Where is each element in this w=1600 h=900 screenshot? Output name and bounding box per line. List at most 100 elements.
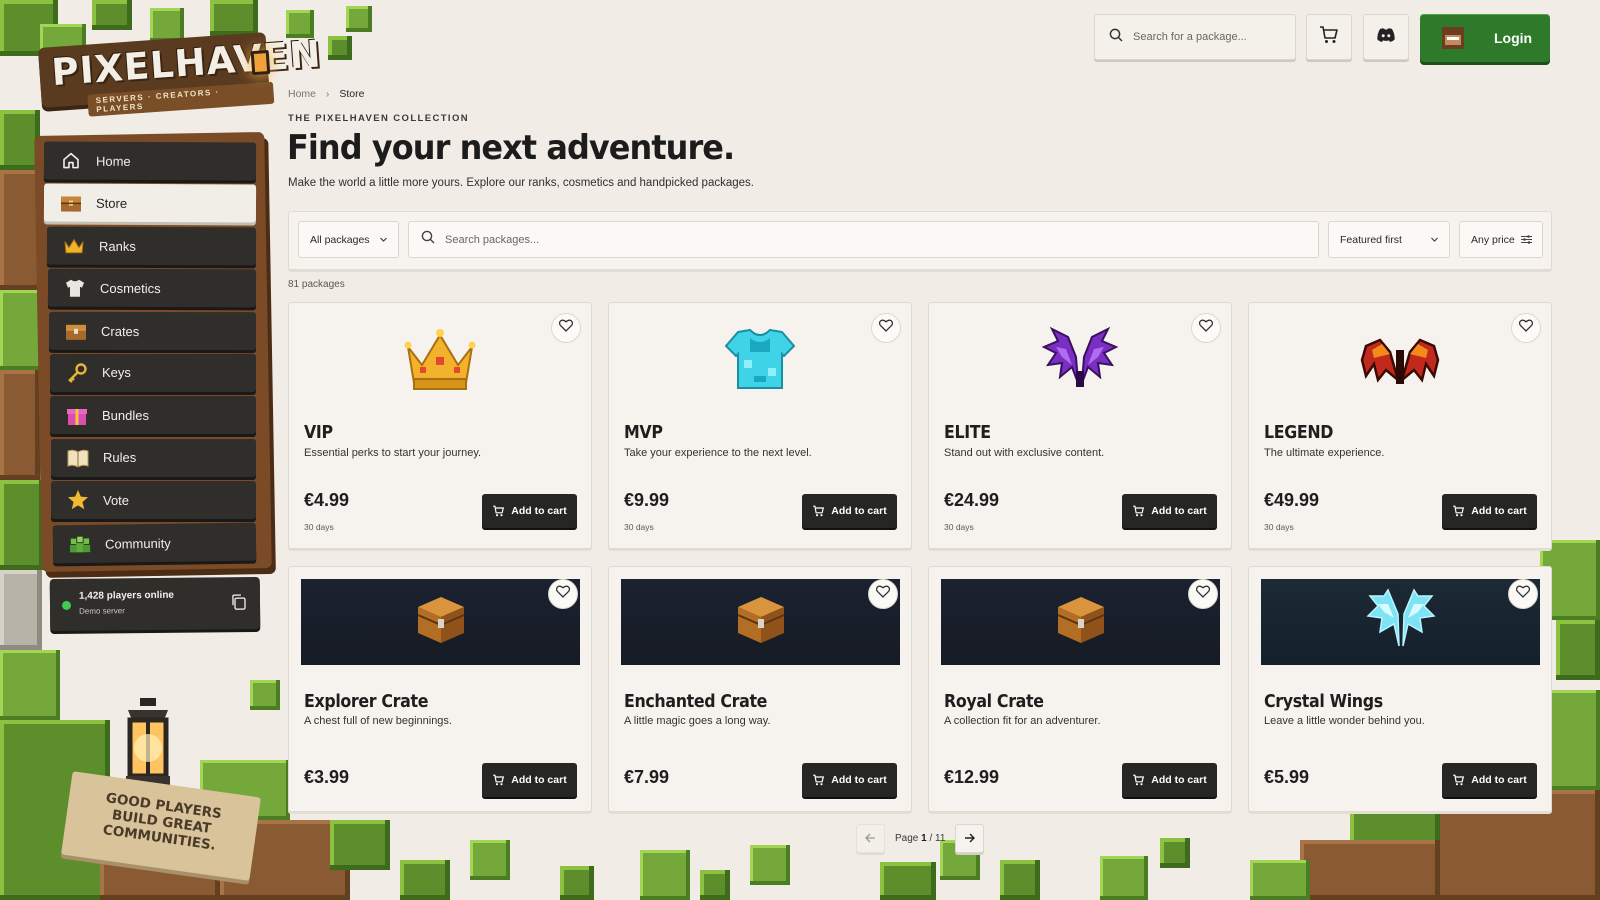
sidebar-item-store[interactable]: Store bbox=[43, 183, 257, 223]
sort-value: Featured first bbox=[1340, 233, 1402, 246]
sliders-icon bbox=[1521, 234, 1532, 248]
heart-icon bbox=[875, 585, 891, 603]
gift-icon bbox=[66, 404, 88, 426]
login-button[interactable]: Login bbox=[1420, 14, 1550, 62]
sidebar-item-label: Crates bbox=[100, 322, 140, 339]
package-description: Leave a little wonder behind you. bbox=[1264, 715, 1425, 727]
sidebar-item-vote[interactable]: Vote bbox=[51, 481, 256, 520]
discord-button[interactable] bbox=[1363, 14, 1409, 60]
crown-icon bbox=[289, 315, 591, 405]
fire-wings-icon bbox=[1249, 315, 1551, 405]
crate-icon bbox=[65, 319, 87, 341]
breadcrumb-home[interactable]: Home bbox=[288, 88, 316, 100]
sidebar-item-label: Keys bbox=[102, 365, 131, 381]
package-name: ELITE bbox=[944, 422, 991, 443]
add-to-cart-label: Add to cart bbox=[1151, 774, 1207, 786]
add-to-cart-label: Add to cart bbox=[511, 774, 567, 786]
copy-icon[interactable] bbox=[230, 593, 248, 611]
add-to-cart-button[interactable]: Add to cart bbox=[1442, 763, 1537, 797]
next-page-button[interactable] bbox=[955, 824, 985, 853]
price-filter[interactable]: Any price bbox=[1459, 221, 1543, 258]
sidebar-item-cosmetics[interactable]: Cosmetics bbox=[47, 268, 257, 308]
star-icon bbox=[67, 489, 89, 511]
sidebar-item-ranks[interactable]: Ranks bbox=[46, 226, 257, 266]
package-card[interactable]: Enchanted Crate A little magic goes a lo… bbox=[608, 566, 912, 812]
package-price: €4.99 bbox=[304, 490, 350, 510]
sidebar-item-community[interactable]: Community bbox=[52, 522, 257, 563]
login-label: Login bbox=[1494, 30, 1533, 46]
cart-button[interactable] bbox=[1306, 14, 1352, 60]
home-icon bbox=[60, 150, 82, 172]
package-card[interactable]: VIP Essential perks to start your journe… bbox=[288, 302, 592, 549]
add-to-cart-button[interactable]: Add to cart bbox=[482, 494, 577, 528]
heart-icon bbox=[1195, 585, 1211, 603]
breadcrumb-current: Store bbox=[339, 88, 365, 100]
sidebar-item-crates[interactable]: Crates bbox=[48, 311, 257, 350]
book-icon bbox=[67, 447, 89, 469]
package-search-input[interactable] bbox=[445, 233, 1305, 246]
sidebar-item-label: Bundles bbox=[102, 407, 149, 423]
people-icon bbox=[69, 532, 91, 554]
add-to-cart-button[interactable]: Add to cart bbox=[802, 763, 897, 797]
package-description: A little magic goes a long way. bbox=[624, 715, 771, 727]
section-eyebrow: THE PIXELHAVEN COLLECTION bbox=[288, 113, 470, 124]
page-title: Find your next adventure. bbox=[287, 128, 735, 168]
sidebar-item-label: Rules bbox=[103, 450, 137, 466]
sidebar-item-rules[interactable]: Rules bbox=[51, 438, 256, 477]
favorite-button[interactable] bbox=[1188, 579, 1218, 609]
category-select[interactable]: All packages bbox=[298, 221, 399, 258]
diamond-chestplate-icon bbox=[609, 315, 911, 405]
chevron-down-icon bbox=[1430, 235, 1439, 247]
package-description: A chest full of new beginnings. bbox=[304, 715, 452, 727]
package-card[interactable]: ELITE Stand out with exclusive content. … bbox=[928, 302, 1232, 549]
add-to-cart-button[interactable]: Add to cart bbox=[802, 494, 897, 528]
sort-select[interactable]: Featured first bbox=[1328, 221, 1450, 258]
favorite-button[interactable] bbox=[1508, 579, 1538, 609]
package-description: The ultimate experience. bbox=[1264, 447, 1385, 459]
sidebar-item-keys[interactable]: Keys bbox=[50, 353, 256, 392]
package-name: VIP bbox=[304, 422, 333, 443]
add-to-cart-button[interactable]: Add to cart bbox=[1122, 763, 1217, 797]
sidebar-item-home[interactable]: Home bbox=[43, 141, 257, 181]
header-search-input[interactable] bbox=[1133, 31, 1283, 43]
brand-logo[interactable]: PIXELHAVEN SERVERS · CREATORS · PLAYERS bbox=[33, 26, 323, 122]
search-icon bbox=[421, 230, 435, 249]
package-price: €12.99 bbox=[944, 767, 1000, 787]
sidebar-item-label: Cosmetics bbox=[99, 280, 161, 296]
server-name: Demo server bbox=[79, 606, 125, 616]
package-card[interactable]: Explorer Crate A chest full of new begin… bbox=[288, 566, 592, 812]
package-duration: 30 days bbox=[944, 522, 974, 532]
package-banner bbox=[621, 579, 900, 665]
header-search[interactable] bbox=[1094, 14, 1296, 60]
sidebar-item-bundles[interactable]: Bundles bbox=[50, 396, 256, 435]
package-card[interactable]: LEGEND The ultimate experience. €49.99 3… bbox=[1248, 302, 1552, 549]
prev-page-button[interactable] bbox=[856, 824, 885, 853]
package-description: A collection fit for an adventurer. bbox=[944, 715, 1101, 727]
crown-icon bbox=[63, 234, 85, 256]
package-card[interactable]: Crystal Wings Leave a little wonder behi… bbox=[1248, 566, 1552, 812]
add-to-cart-button[interactable]: Add to cart bbox=[1122, 494, 1217, 528]
heart-icon bbox=[555, 585, 571, 603]
chevron-right-icon: › bbox=[326, 88, 330, 100]
lantern-icon bbox=[250, 49, 271, 76]
add-to-cart-label: Add to cart bbox=[831, 505, 887, 517]
crystal-wings-icon bbox=[1365, 587, 1436, 657]
sidebar-item-label: Home bbox=[95, 153, 131, 169]
package-price: €5.99 bbox=[1264, 767, 1310, 787]
shirt-icon bbox=[64, 277, 86, 299]
package-card[interactable]: Royal Crate A collection fit for an adve… bbox=[928, 566, 1232, 812]
add-to-cart-button[interactable]: Add to cart bbox=[482, 763, 577, 797]
sidebar-item-label: Ranks bbox=[98, 238, 136, 254]
package-search[interactable] bbox=[408, 221, 1319, 258]
favorite-button[interactable] bbox=[868, 579, 898, 609]
sidebar-item-label: Community bbox=[104, 534, 171, 551]
add-to-cart-button[interactable]: Add to cart bbox=[1442, 494, 1537, 528]
package-description: Stand out with exclusive content. bbox=[944, 447, 1105, 459]
search-icon bbox=[1109, 28, 1123, 47]
sidebar-item-label: Vote bbox=[103, 492, 130, 508]
players-online: 1,428 players online bbox=[78, 589, 175, 602]
package-duration: 30 days bbox=[304, 522, 334, 532]
package-card[interactable]: MVP Take your experience to the next lev… bbox=[608, 302, 912, 549]
favorite-button[interactable] bbox=[548, 579, 578, 609]
sidebar-nav: Home Store Ranks Cosmetics Crates Keys B… bbox=[43, 141, 257, 566]
